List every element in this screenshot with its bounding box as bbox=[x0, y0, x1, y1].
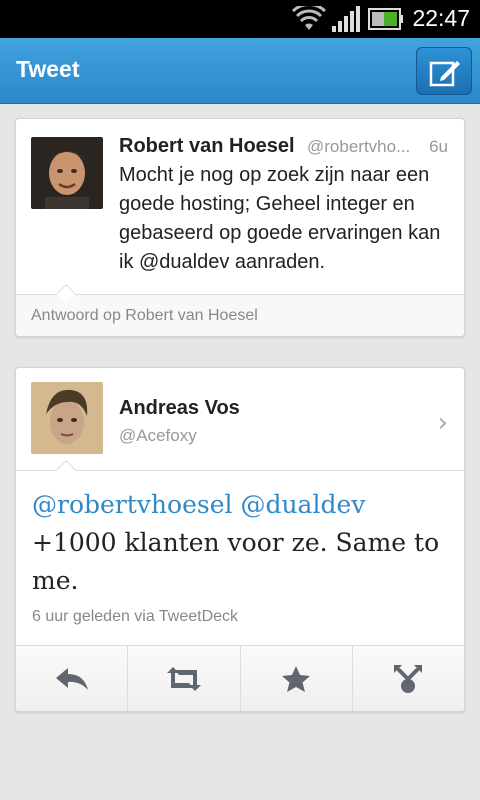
share-button[interactable] bbox=[353, 646, 464, 711]
author-name: Andreas Vos bbox=[119, 397, 240, 419]
tweet-text: Mocht je nog op zoek zijn naar een goede… bbox=[119, 164, 441, 273]
page-title: Tweet bbox=[16, 56, 80, 82]
author-name: Robert van Hoesel bbox=[119, 135, 295, 157]
wifi-icon bbox=[292, 6, 326, 30]
retweet-icon bbox=[166, 666, 201, 691]
mention-link[interactable]: @robertvhoesel bbox=[32, 490, 233, 519]
header-divider bbox=[16, 470, 464, 471]
reply-notch bbox=[56, 284, 76, 304]
tweet-text: @robertvhoesel @dualdev +1000 klanten vo… bbox=[32, 486, 452, 600]
author-handle: @Acefoxy bbox=[119, 426, 197, 445]
favorite-button[interactable] bbox=[241, 646, 353, 711]
compose-icon bbox=[429, 61, 460, 87]
action-bar: Tweet bbox=[0, 38, 480, 104]
share-icon bbox=[394, 664, 423, 693]
reply-icon bbox=[55, 667, 88, 690]
reply-button[interactable] bbox=[16, 646, 129, 711]
signal-icon bbox=[332, 6, 360, 32]
status-bar: 22:47 bbox=[0, 0, 480, 38]
avatar[interactable] bbox=[31, 137, 103, 209]
reply-context[interactable]: Antwoord op Robert van Hoesel bbox=[16, 284, 464, 336]
tweet-time: 6u bbox=[429, 137, 448, 156]
tweet-body: +1000 klanten voor ze. Same to me. bbox=[32, 528, 440, 595]
avatar[interactable] bbox=[31, 382, 103, 454]
tweet-actions bbox=[16, 645, 464, 711]
reply-tweet-card: Andreas Vos @Acefoxy › @robertvhoesel @d… bbox=[15, 367, 465, 712]
compose-button[interactable] bbox=[416, 47, 472, 95]
mention-link[interactable]: @dualdev bbox=[240, 490, 365, 519]
original-tweet-card[interactable]: Robert van Hoesel @robertvho... 6u Mocht… bbox=[15, 118, 465, 337]
retweet-button[interactable] bbox=[128, 646, 241, 711]
status-time: 22:47 bbox=[412, 5, 470, 31]
chevron-right-icon[interactable]: › bbox=[438, 408, 448, 438]
tweet-meta: 6 uur geleden via TweetDeck bbox=[32, 608, 239, 625]
header-notch bbox=[56, 460, 76, 480]
star-icon bbox=[282, 665, 311, 692]
author-handle: @robertvho... bbox=[307, 137, 411, 156]
battery-icon bbox=[368, 8, 403, 30]
reply-context-label: Antwoord op Robert van Hoesel bbox=[31, 307, 258, 324]
